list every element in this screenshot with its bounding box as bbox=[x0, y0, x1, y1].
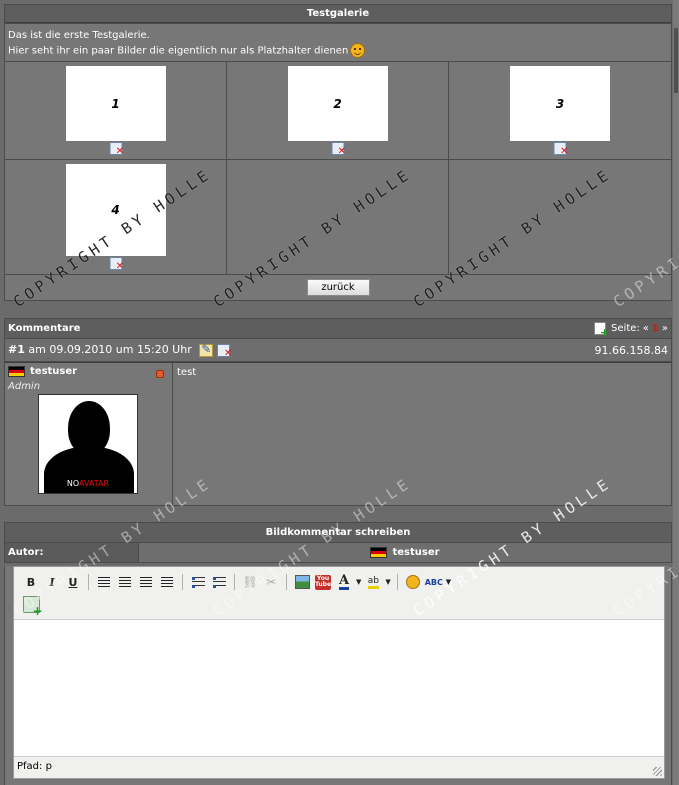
image-thumbnail[interactable]: 2 bbox=[287, 66, 388, 141]
grid-cell: 4 bbox=[5, 160, 227, 275]
gallery-box: Das ist die erste Testgalerie. Hier seht… bbox=[4, 23, 672, 301]
german-flag-icon bbox=[370, 547, 388, 558]
numbered-list-button[interactable] bbox=[210, 573, 228, 591]
comment-textarea[interactable] bbox=[14, 620, 664, 756]
delete-image-icon[interactable] bbox=[331, 142, 346, 157]
link-button[interactable]: ⛓ bbox=[241, 573, 259, 591]
bullet-list-button[interactable] bbox=[189, 573, 207, 591]
comment-meta: am 09.09.2010 um 15:20 Uhr bbox=[28, 343, 192, 357]
grid-cell: 1 bbox=[5, 62, 227, 160]
comments-title: Kommentare bbox=[8, 323, 81, 334]
delete-image-icon[interactable] bbox=[109, 142, 124, 157]
spellcheck-icon: ABC bbox=[424, 577, 443, 587]
author-row: Autor: testuser bbox=[4, 543, 672, 563]
emoticon-icon bbox=[405, 575, 420, 589]
unlink-icon: ✂ bbox=[265, 575, 277, 589]
align-center-icon bbox=[119, 577, 131, 587]
user-role: Admin bbox=[8, 381, 41, 392]
grid-cell-empty bbox=[227, 160, 449, 275]
gallery-desc-line1: Das ist die erste Testgalerie. bbox=[8, 30, 150, 41]
pagination: Seite: « 1 » bbox=[594, 322, 668, 339]
insert-media-icon bbox=[22, 595, 43, 618]
page-next-link[interactable]: » bbox=[662, 323, 668, 334]
chevron-down-icon[interactable]: ▼ bbox=[356, 578, 361, 586]
gallery-description: Das ist die erste Testgalerie. Hier seht… bbox=[5, 24, 671, 61]
comment-text: test bbox=[177, 367, 197, 378]
align-left-button[interactable] bbox=[95, 573, 113, 591]
author-label: Autor: bbox=[5, 543, 139, 562]
back-row: zurück bbox=[5, 275, 671, 300]
image-grid: 1 2 3 4 bbox=[5, 61, 671, 275]
delete-image-icon[interactable] bbox=[109, 257, 124, 272]
bold-button[interactable]: B bbox=[22, 573, 40, 591]
grid-cell-empty bbox=[449, 160, 671, 275]
comment-ip: 91.66.158.84 bbox=[594, 343, 668, 357]
scrollbar-thumb[interactable] bbox=[674, 28, 678, 93]
page-scrollbar[interactable] bbox=[673, 0, 679, 785]
page-current[interactable]: 1 bbox=[652, 323, 659, 334]
editor-container: B I U ⛓ ✂ You Tube A ▼ ab ▼ ABC ▼ + Pfad… bbox=[4, 566, 672, 785]
status-icon bbox=[156, 370, 164, 378]
comment-body: testuser Admin NOAVATAR test bbox=[4, 362, 672, 506]
comment-username[interactable]: testuser bbox=[30, 366, 77, 377]
editor-toolbar: B I U ⛓ ✂ You Tube A ▼ ab ▼ ABC ▼ + bbox=[14, 567, 664, 620]
align-right-button[interactable] bbox=[137, 573, 155, 591]
back-button[interactable]: zurück bbox=[306, 279, 370, 296]
editor-path: Pfad: p bbox=[17, 761, 52, 772]
edit-comment-icon[interactable] bbox=[199, 342, 214, 357]
font-color-icon: A bbox=[338, 572, 350, 590]
insert-image-button[interactable] bbox=[293, 573, 311, 591]
image-thumbnail[interactable]: 3 bbox=[510, 66, 610, 141]
german-flag-icon bbox=[8, 366, 25, 377]
comment-header: #1 am 09.09.2010 um 15:20 Uhr 91.66.158.… bbox=[4, 339, 672, 362]
comment-number: #1 bbox=[8, 343, 25, 357]
youtube-button[interactable]: You Tube bbox=[314, 573, 332, 591]
gallery-desc-line2: Hier seht ihr ein paar Bilder die eigent… bbox=[8, 45, 349, 57]
link-icon: ⛓ bbox=[242, 575, 258, 589]
align-justify-button[interactable] bbox=[158, 573, 176, 591]
align-left-icon bbox=[98, 577, 110, 587]
avatar-label: NOAVATAR bbox=[66, 479, 110, 488]
bullet-list-icon bbox=[191, 576, 205, 588]
numbered-list-icon bbox=[212, 576, 226, 588]
comment-user-panel: testuser Admin NOAVATAR bbox=[5, 363, 173, 505]
image-thumbnail[interactable]: 4 bbox=[65, 164, 166, 256]
smiley-icon bbox=[350, 43, 366, 58]
delete-image-icon[interactable] bbox=[553, 142, 569, 157]
page-prev-link[interactable]: « bbox=[643, 323, 649, 334]
image-icon bbox=[294, 575, 310, 589]
insert-media-button[interactable] bbox=[22, 595, 43, 618]
grid-cell: 3 bbox=[449, 62, 671, 160]
page-label: Seite: bbox=[611, 323, 640, 334]
write-comment-title: Bildkommentar schreiben bbox=[4, 522, 672, 543]
highlight-icon: ab bbox=[367, 576, 379, 589]
emoticon-button[interactable] bbox=[404, 573, 422, 591]
page-content: Testgalerie Das ist die erste Testgaleri… bbox=[4, 4, 672, 785]
spellcheck-button[interactable]: ABC bbox=[425, 573, 443, 591]
comments-header: Kommentare Seite: « 1 » bbox=[4, 318, 672, 339]
author-name: testuser bbox=[392, 547, 440, 558]
unlink-button[interactable]: ✂ bbox=[262, 573, 280, 591]
align-justify-icon bbox=[161, 577, 173, 587]
image-thumbnail[interactable]: 1 bbox=[65, 66, 166, 141]
chevron-down-icon[interactable]: ▼ bbox=[385, 578, 390, 586]
resize-handle[interactable] bbox=[653, 767, 662, 776]
highlight-button[interactable]: ab bbox=[364, 573, 382, 591]
align-center-button[interactable] bbox=[116, 573, 134, 591]
avatar: NOAVATAR bbox=[38, 394, 138, 494]
new-comment-icon[interactable] bbox=[594, 322, 609, 339]
rich-text-editor: B I U ⛓ ✂ You Tube A ▼ ab ▼ ABC ▼ + Pfad… bbox=[13, 566, 665, 779]
gallery-title: Testgalerie bbox=[4, 4, 672, 23]
underline-button[interactable]: U bbox=[64, 573, 82, 591]
align-right-icon bbox=[140, 577, 152, 587]
font-color-button[interactable]: A bbox=[335, 573, 353, 591]
editor-statusbar: Pfad: p bbox=[14, 756, 664, 778]
grid-cell: 2 bbox=[227, 62, 449, 160]
youtube-icon: You Tube bbox=[314, 574, 332, 590]
delete-comment-icon[interactable] bbox=[217, 343, 232, 359]
chevron-down-icon[interactable]: ▼ bbox=[446, 578, 451, 586]
italic-button[interactable]: I bbox=[43, 573, 61, 591]
